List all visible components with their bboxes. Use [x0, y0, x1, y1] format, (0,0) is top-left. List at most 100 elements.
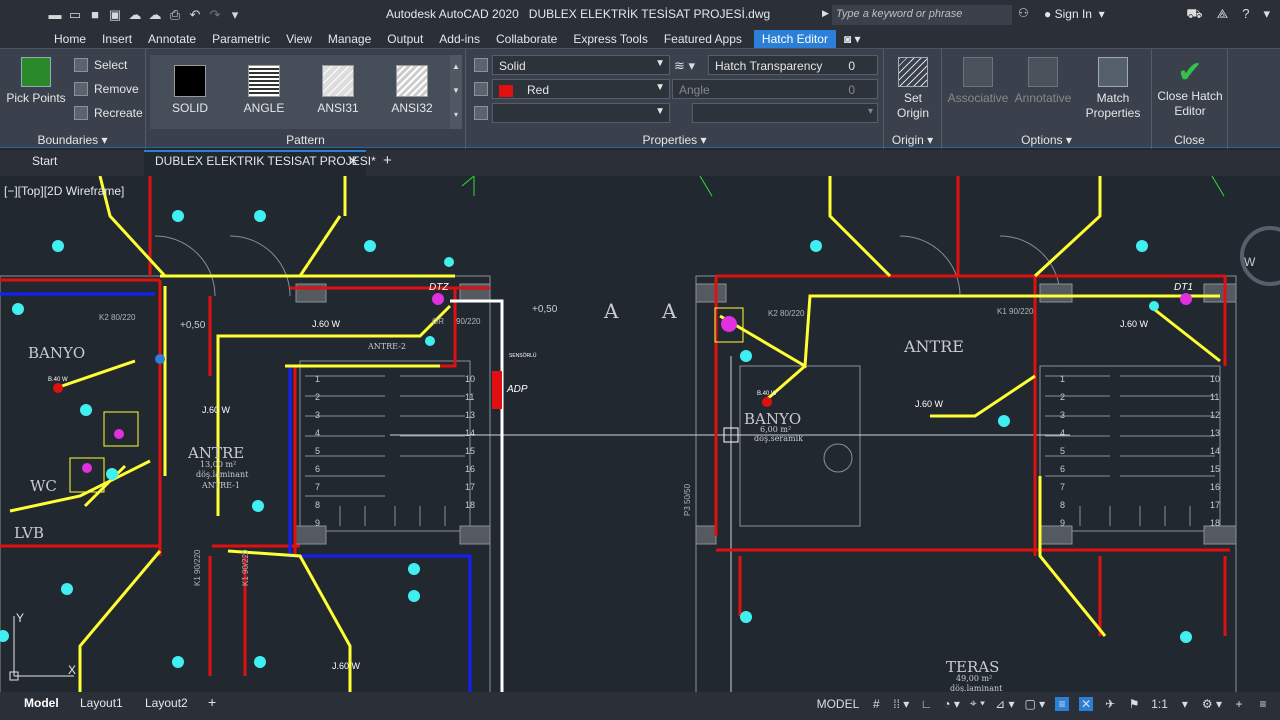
pattern-panel-label: Pattern — [286, 133, 325, 147]
tab-featured-apps[interactable]: Featured Apps — [656, 30, 750, 48]
autodesk-app-icon[interactable]: ⟁ — [1217, 6, 1229, 24]
workspace-gear-icon[interactable]: ⚙ ▾ — [1202, 697, 1222, 711]
binoculars-icon[interactable]: ⚇ — [1018, 6, 1029, 20]
set-origin-button[interactable]: Set Origin — [888, 57, 938, 121]
recreate-button[interactable]: Recreate — [74, 106, 143, 120]
tab-express-tools[interactable]: Express Tools — [565, 30, 655, 48]
stair-number: 11 — [1210, 392, 1219, 402]
app-name: Autodesk AutoCAD 2020 — [386, 7, 519, 21]
annotative-button[interactable]: Annotative — [1012, 57, 1074, 106]
viewcube[interactable]: W — [1240, 226, 1280, 286]
background-color-icon — [474, 106, 488, 120]
tab-hatch-editor[interactable]: Hatch Editor — [753, 30, 836, 48]
stair-number: 13 — [1210, 428, 1220, 438]
pattern-ansi31[interactable]: ANSI31 — [308, 65, 368, 115]
tab-annotate[interactable]: Annotate — [140, 30, 204, 48]
title-right-icons: ⛟ ⟁ ? ▾ — [1186, 6, 1270, 24]
tab-output[interactable]: Output — [379, 30, 431, 48]
drawing-canvas[interactable]: [−][Top][2D Wireframe] BANYO ANTRE 13,00… — [0, 176, 1280, 692]
layout-tab-model[interactable]: Model — [24, 696, 59, 710]
search-expand-icon[interactable]: ▶ — [822, 8, 829, 19]
new-tab-icon[interactable]: + — [383, 152, 392, 169]
scale-field[interactable]: ▾ — [692, 103, 878, 123]
title-bar: ▬ ▭ ■ ▣ ☁ ☁ ⎙ ↶ ↷ ▾ Autodesk AutoCAD 202… — [0, 0, 1280, 30]
annotation-visibility-icon[interactable]: ✈ — [1103, 697, 1117, 711]
help-icon[interactable]: ? — [1242, 6, 1249, 24]
antre2-label: ANTRE-2 — [367, 342, 406, 351]
properties-panel-label[interactable]: Properties ▾ — [466, 133, 883, 147]
options-panel-label[interactable]: Options ▾ — [942, 133, 1151, 147]
angle-field[interactable]: Angle 0 — [672, 79, 878, 99]
pattern-solid[interactable]: SOLID — [160, 65, 220, 115]
match-properties-button[interactable]: Match Properties — [1080, 57, 1146, 121]
tab-home[interactable]: Home — [46, 30, 94, 48]
cloud-open-icon[interactable]: ☁ — [128, 8, 142, 22]
tab-view[interactable]: View — [278, 30, 320, 48]
j60-label-c: J.60 W — [332, 661, 361, 671]
stair-number: 9 — [315, 518, 320, 528]
background-color-select[interactable]: ▼ — [492, 103, 670, 123]
layout-tab-layout2[interactable]: Layout2 — [145, 696, 188, 710]
sign-in-button[interactable]: ● Sign In ▾ — [1044, 7, 1105, 21]
auto-scale-icon[interactable]: ⚑ — [1127, 697, 1141, 711]
undo-icon[interactable]: ↶ — [188, 8, 202, 22]
gallery-scroll[interactable]: ▲ ▼ ▾ — [450, 55, 462, 129]
layout-tab-layout1[interactable]: Layout1 — [80, 696, 123, 710]
cloud-save-icon[interactable]: ☁ — [148, 8, 162, 22]
add-icon[interactable]: + — [1232, 697, 1246, 711]
banyo-right-floor: döş.seramik — [754, 434, 803, 443]
save-icon[interactable]: ■ — [88, 8, 102, 22]
scale-chevron-icon[interactable]: ▾ — [1178, 697, 1192, 711]
tab-collaborate[interactable]: Collaborate — [488, 30, 565, 48]
hatch-type-select[interactable]: Solid ▼ — [492, 55, 670, 75]
polar-icon[interactable]: ◔ ▾ — [943, 697, 960, 711]
window-controls-icon[interactable]: ▾ — [1263, 6, 1270, 24]
floor-plan-drawing[interactable]: BANYO ANTRE 13,00 m² döş.laminant ANTRE-… — [0, 176, 1280, 692]
hatch-transparency-field[interactable]: Hatch Transparency 0 — [708, 55, 878, 75]
model-space-button[interactable]: MODEL — [817, 697, 860, 711]
grid-icon[interactable]: # — [869, 697, 883, 711]
ribbon-toggle-icon[interactable]: ◙ ▾ — [836, 30, 869, 48]
redo-icon[interactable]: ↷ — [208, 8, 222, 22]
tab-manage[interactable]: Manage — [320, 30, 379, 48]
remove-button[interactable]: Remove — [74, 82, 139, 96]
stairs — [305, 375, 1215, 526]
close-tab-icon[interactable]: ✕ — [348, 154, 358, 168]
select-button[interactable]: Select — [74, 58, 127, 72]
save-as-icon[interactable]: ▣ — [108, 8, 122, 22]
boundaries-panel-label[interactable]: Boundaries ▾ — [0, 133, 145, 147]
pick-points-button[interactable]: Pick Points — [6, 57, 66, 106]
transparency-icon[interactable]: ≋ ▾ — [674, 58, 695, 74]
viewport-controls[interactable]: [−][Top][2D Wireframe] — [4, 184, 124, 198]
hatch-color-select[interactable]: Red ▼ — [492, 79, 670, 99]
transparency-toggle-icon[interactable]: ▢ ▾ — [1024, 697, 1045, 711]
search-input[interactable]: Type a keyword or phrase — [832, 5, 1012, 25]
associative-button[interactable]: Associative — [946, 57, 1010, 106]
pattern-ansi32[interactable]: ANSI32 — [382, 65, 442, 115]
open-icon[interactable]: ▭ — [68, 8, 82, 22]
cart-icon[interactable]: ⛟ — [1186, 6, 1202, 24]
tab-add-ins[interactable]: Add-ins — [431, 30, 488, 48]
boundaries-label: Boundaries — [37, 133, 99, 147]
quick-properties-icon[interactable]: ≡ — [1055, 696, 1070, 711]
origin-panel-label[interactable]: Origin ▾ — [884, 133, 941, 147]
origin-label: Origin — [891, 133, 924, 147]
close-hatch-editor-button[interactable]: ✔ Close Hatch Editor — [1154, 57, 1226, 119]
annotation-scale-icon[interactable]: ✕ — [1079, 696, 1094, 711]
hatch-color-value: Red — [527, 83, 550, 97]
tab-parametric[interactable]: Parametric — [204, 30, 278, 48]
plot-icon[interactable]: ⎙ — [168, 8, 182, 22]
osnap-icon[interactable]: ⌖ ▾ — [970, 696, 985, 711]
start-tab[interactable]: Start — [32, 154, 57, 168]
lineweight-icon[interactable]: ⊿ ▾ — [995, 697, 1014, 711]
new-icon[interactable]: ▬ — [48, 8, 62, 22]
tab-insert[interactable]: Insert — [94, 30, 140, 48]
add-layout-icon[interactable]: + — [208, 694, 216, 710]
scale-readout[interactable]: 1:1 — [1151, 697, 1168, 711]
options-panel: Associative Annotative Match Properties … — [942, 49, 1152, 149]
menu-icon[interactable]: ≡ — [1256, 697, 1270, 711]
snap-icon[interactable]: ⁞⁞ ▾ — [893, 697, 909, 711]
customize-chevron-icon[interactable]: ▾ — [228, 8, 242, 22]
ortho-icon[interactable]: ∟ — [919, 697, 933, 711]
pattern-angle[interactable]: ANGLE — [234, 65, 294, 115]
